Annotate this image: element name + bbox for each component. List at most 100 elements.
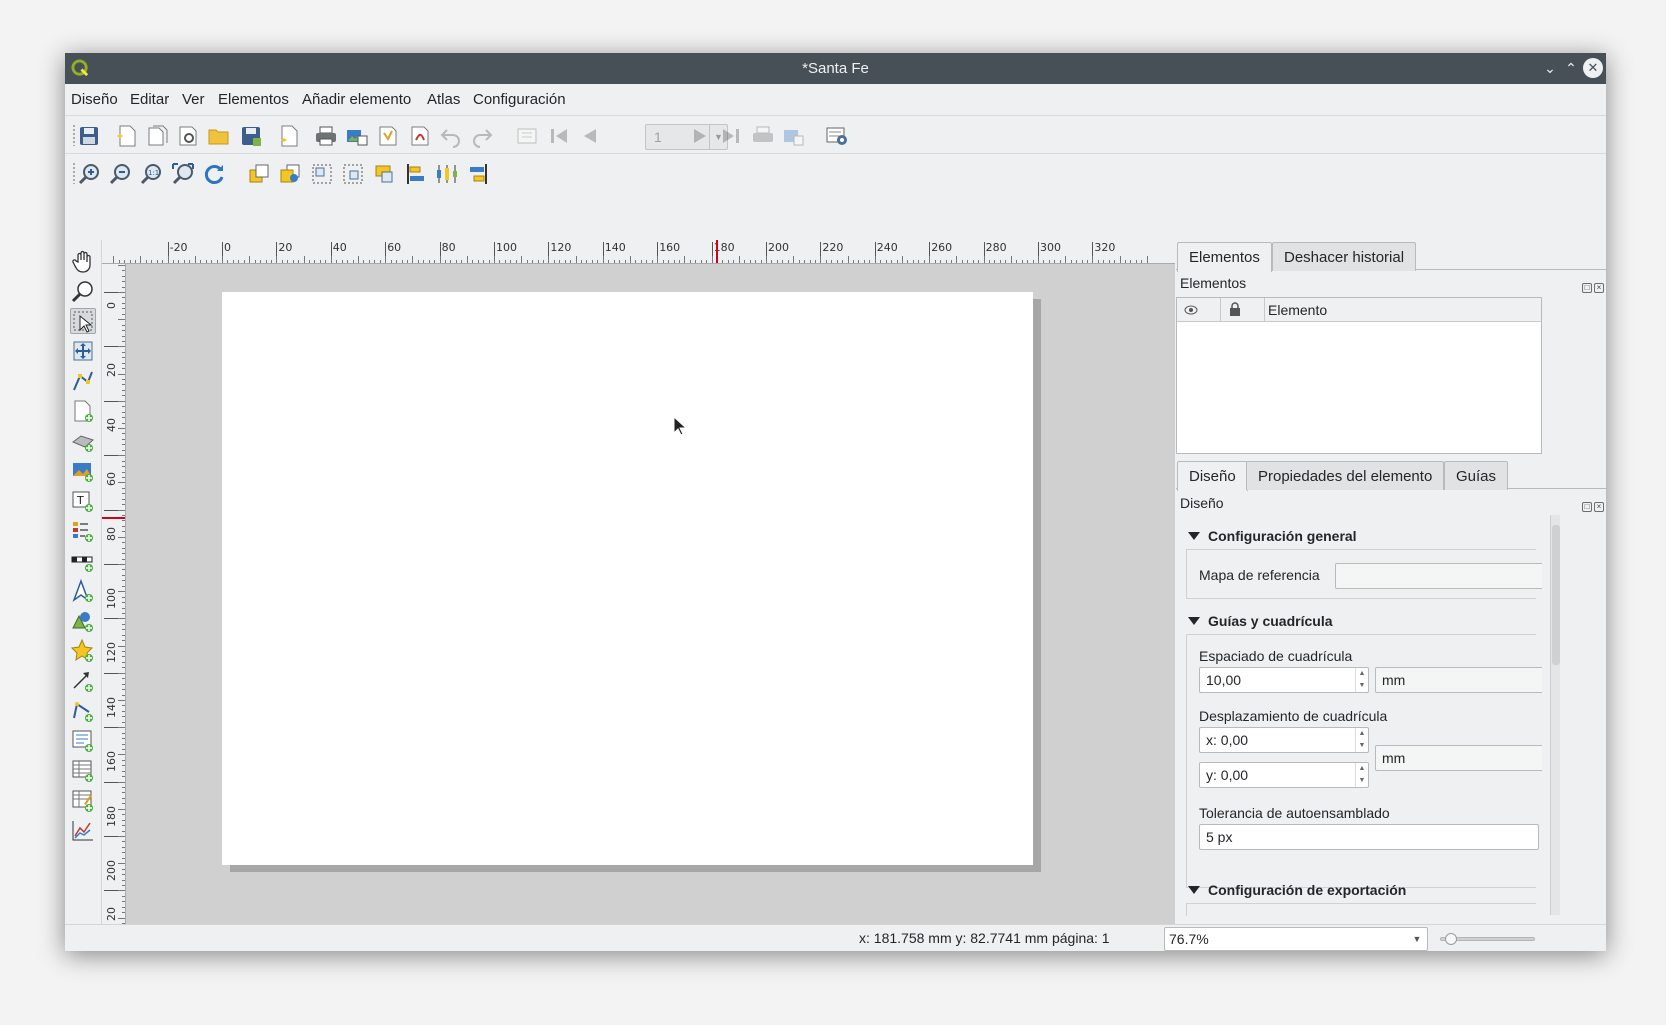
grid-offset-x-input[interactable]: x: 0,00 ▲ ▼ [1199,727,1369,753]
add-scalebar-icon[interactable] [70,548,96,574]
resize-icon[interactable] [466,162,490,186]
export-pdf-icon[interactable] [408,124,432,148]
add-legend-icon[interactable] [70,518,96,544]
add-3d-map-icon[interactable] [70,428,96,454]
tab-diseno[interactable]: Diseño [1177,461,1248,491]
menu-editar[interactable]: Editar [130,91,169,108]
tab-propiedades-del-elemento[interactable]: Propiedades del elemento [1246,461,1445,490]
add-arrow-icon[interactable] [70,668,96,694]
tab-elementos[interactable]: Elementos [1177,242,1272,272]
grid-offset-y-input[interactable]: y: 0,00 ▲ ▼ [1199,762,1369,788]
ungroup-items-icon[interactable] [341,162,365,186]
spacing-spinner[interactable]: ▲ ▼ [1355,668,1368,692]
add-fixed-table-icon[interactable] [70,788,96,814]
add-marker-icon[interactable] [70,638,96,664]
tab-deshacer-historial[interactable]: Deshacer historial [1272,242,1417,271]
save-as-template-icon[interactable] [239,124,263,148]
redo-icon[interactable] [470,124,494,148]
add-elevation-profile-icon[interactable] [70,818,96,844]
add-label-icon[interactable]: T [70,488,96,514]
item-column-header[interactable]: Elemento [1265,298,1541,322]
add-html-icon[interactable] [70,728,96,754]
refresh-view-icon[interactable] [202,162,226,186]
layout-canvas[interactable] [126,264,1175,924]
atlas-previous-icon[interactable] [578,124,602,148]
move-content-tool-icon[interactable] [70,338,96,364]
close-dock-icon[interactable]: × [1594,283,1604,293]
atlas-last-icon[interactable] [719,124,743,148]
close-window-button[interactable]: ✕ [1583,58,1603,78]
menu-anadir-elemento[interactable]: Añadir elemento [302,91,411,108]
print-icon[interactable] [314,124,338,148]
edit-nodes-tool-icon[interactable] [70,368,96,394]
export-image-icon[interactable] [345,124,369,148]
scrollbar-thumb[interactable] [1552,525,1560,665]
zoom-tool-icon[interactable] [70,278,96,304]
open-template-icon[interactable] [207,124,231,148]
vertical-ruler[interactable]: 0 20 40 60 80 100 120 140 160 180 200 20 [102,264,126,924]
general-settings-header[interactable]: Configuración general [1188,528,1357,544]
menu-configuracion[interactable]: Configuración [473,91,566,108]
add-pages-tool-icon[interactable] [70,398,96,424]
grid-spacing-unit-combo[interactable]: mm [1375,667,1542,693]
menu-elementos[interactable]: Elementos [218,91,289,108]
atlas-settings-icon[interactable] [825,124,849,148]
atlas-export-icon[interactable] [782,124,806,148]
new-layout-icon[interactable] [115,124,139,148]
distribute-icon[interactable] [435,162,459,186]
save-layout-icon[interactable] [77,124,101,148]
visibility-column[interactable] [1177,298,1221,322]
grid-spacing-input[interactable]: 10,00 ▲ ▼ [1199,667,1369,693]
select-move-tool-icon[interactable] [70,308,96,334]
export-svg-icon[interactable] [376,124,400,148]
add-picture-icon[interactable] [70,458,96,484]
add-shape-icon[interactable] [70,608,96,634]
lock-column[interactable] [1221,298,1265,322]
add-north-arrow-icon[interactable] [70,578,96,604]
close-layout-dock-icon[interactable]: × [1594,502,1604,512]
reference-map-combo[interactable] [1335,563,1542,589]
horizontal-ruler[interactable]: -20 0 20 40 60 80 100 120 140 160 180 200 220 240 260 2… [102,240,1175,264]
toolbar-handle-2[interactable] [72,162,76,184]
zoom-full-icon[interactable] [171,162,195,186]
raise-items-icon[interactable] [247,162,271,186]
menu-diseno[interactable]: Diseño [71,91,118,108]
zoom-slider-handle[interactable] [1445,933,1458,945]
menu-atlas[interactable]: Atlas [427,91,460,108]
float-layout-dock-icon[interactable]: □ [1582,502,1592,512]
add-pages-icon[interactable] [277,124,301,148]
guides-grid-header[interactable]: Guías y cuadrícula [1188,613,1333,629]
grid-offset-unit-combo[interactable]: mm [1375,745,1542,771]
minimize-button[interactable]: ⌄ [1540,58,1560,78]
layout-panel-scrollbar[interactable] [1550,515,1560,915]
layout-manager-icon[interactable] [176,124,200,148]
float-dock-icon[interactable]: □ [1582,283,1592,293]
align-left-icon[interactable] [404,162,428,186]
group-items-icon[interactable] [310,162,334,186]
items-tree[interactable]: Elemento [1176,297,1542,454]
offset-y-spinner[interactable]: ▲ ▼ [1355,763,1368,787]
atlas-page-combo[interactable]: 1 ▼ [645,124,728,150]
maximize-button[interactable]: ⌃ [1561,58,1581,78]
undo-icon[interactable] [439,124,463,148]
pan-tool-icon[interactable] [70,248,96,274]
layout-page[interactable] [222,292,1033,865]
atlas-print-icon[interactable] [751,124,775,148]
zoom-in-icon[interactable] [77,162,101,186]
add-polyline-icon[interactable] [70,698,96,724]
duplicate-layout-icon[interactable] [145,124,169,148]
zoom-slider[interactable] [1440,933,1535,945]
lower-items-icon[interactable] [278,162,302,186]
atlas-first-icon[interactable] [547,124,571,148]
zoom-level-combo[interactable]: 76.7% ▼ [1164,927,1428,951]
atlas-preview-icon[interactable] [515,124,539,148]
toolbar-handle[interactable] [72,124,76,146]
tab-guias[interactable]: Guías [1444,461,1509,490]
atlas-next-icon[interactable] [688,124,712,148]
offset-x-spinner[interactable]: ▲ ▼ [1355,728,1368,752]
zoom-out-icon[interactable] [108,162,132,186]
menu-ver[interactable]: Ver [182,91,205,108]
lock-items-icon[interactable] [372,162,396,186]
export-settings-header[interactable]: Configuración de exportación [1188,882,1406,898]
zoom-actual-icon[interactable]: 1:1 [139,162,163,186]
